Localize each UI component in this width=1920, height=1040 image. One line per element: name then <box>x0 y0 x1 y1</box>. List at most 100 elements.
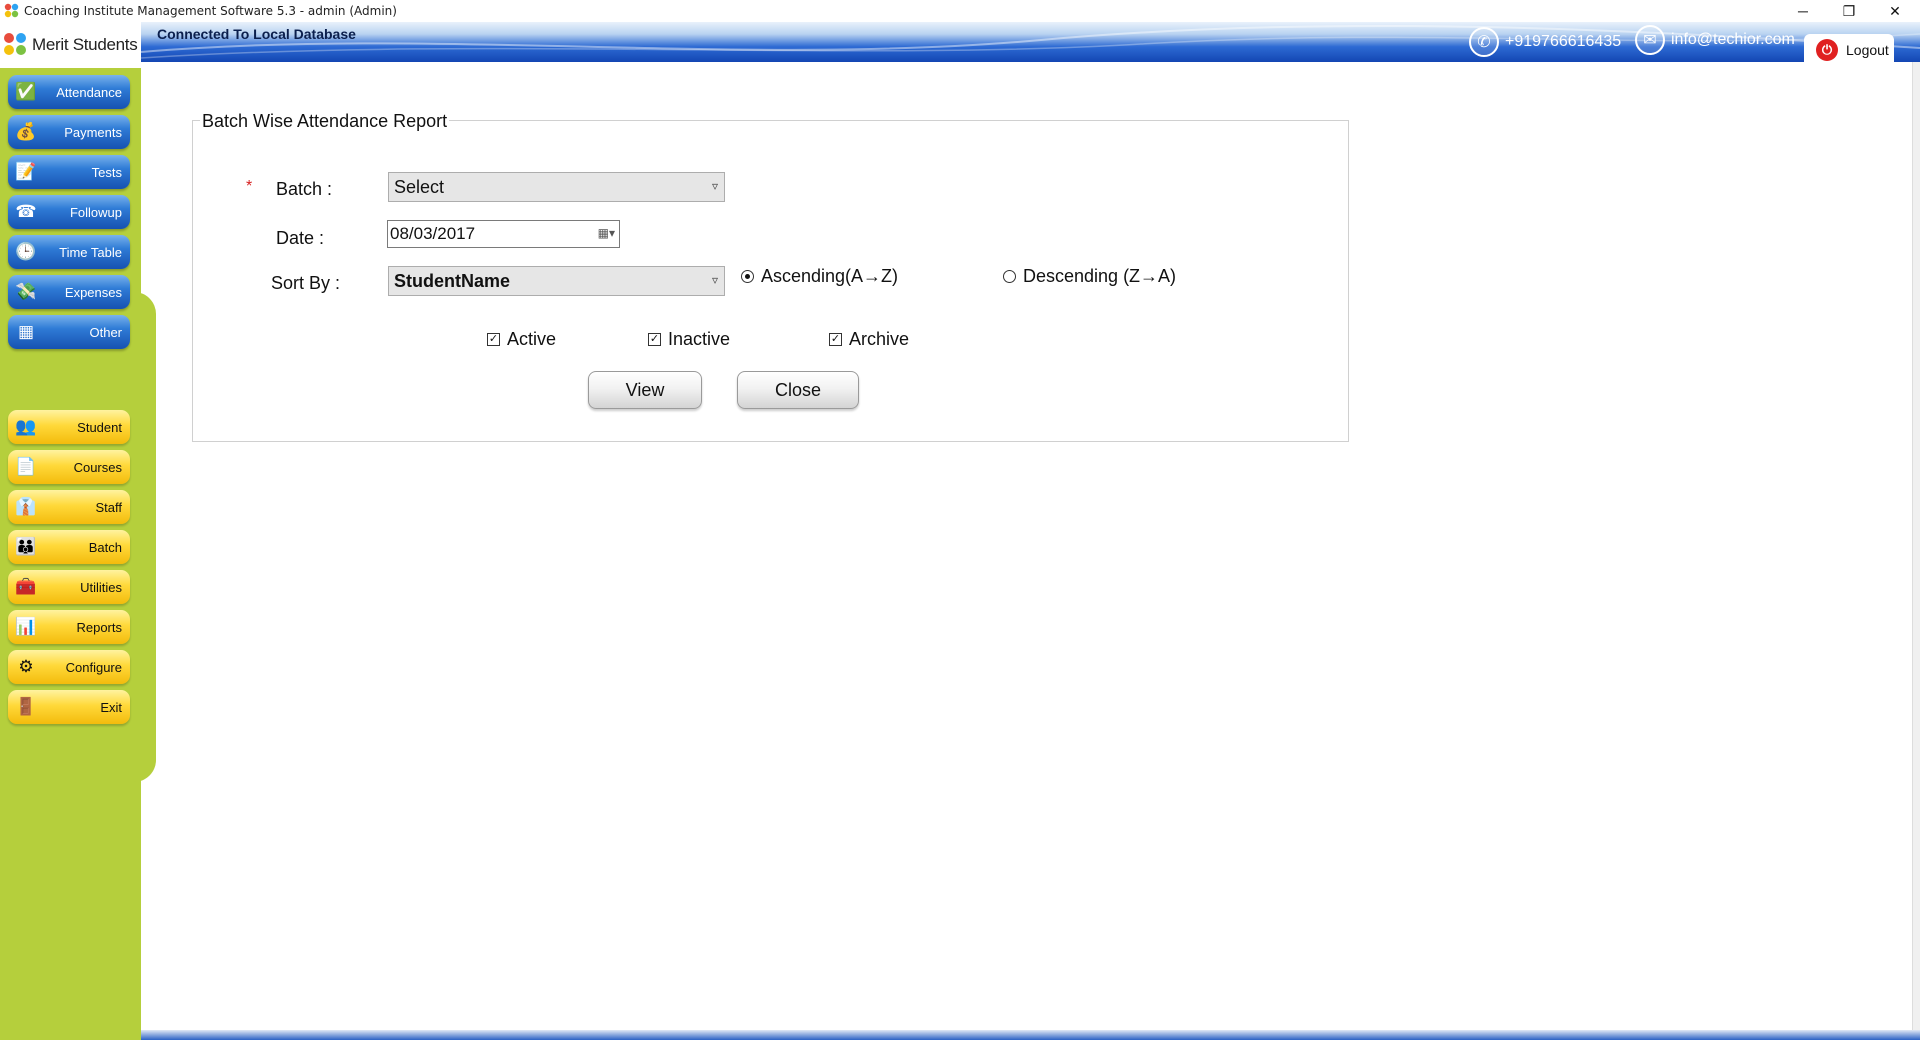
sidebar-item-label: Payments <box>64 124 122 140</box>
sidebar-item-payments[interactable]: 💰 Payments <box>8 115 130 149</box>
sidebar-item-label: Courses <box>73 459 122 475</box>
gear-icon: ⚙ <box>18 657 34 676</box>
archive-checkbox[interactable]: ✓ Archive <box>829 329 909 350</box>
batch-select-value: Select <box>394 176 445 197</box>
sidebar-item-label: Student <box>77 419 122 435</box>
brand-name: Merit Students <box>32 35 138 54</box>
sidebar-item-configure[interactable]: ⚙ Configure <box>8 650 130 684</box>
utilities-icon: 🧰 <box>15 577 37 596</box>
logout-label: Logout <box>1846 42 1889 58</box>
sidebar-item-reports[interactable]: 📊 Reports <box>8 610 130 644</box>
sidebar-item-staff[interactable]: 👔 Staff <box>8 490 130 524</box>
sidebar-item-courses[interactable]: 📄 Courses <box>8 450 130 484</box>
sidebar-item-label: Staff <box>95 499 122 515</box>
sidebar-item-exit[interactable]: 🚪 Exit <box>8 690 130 724</box>
sidebar-item-expenses[interactable]: 💸 Expenses <box>8 275 130 309</box>
footer-strip <box>141 1030 1920 1040</box>
sort-select[interactable]: StudentName ▿ <box>388 266 725 296</box>
sidebar-item-followup[interactable]: ☎ Followup <box>8 195 130 229</box>
radio-indicator <box>1003 270 1016 283</box>
view-button[interactable]: View <box>588 371 702 409</box>
brand: Merit Students <box>0 22 141 68</box>
sidebar-item-timetable[interactable]: 🕒 Time Table <box>8 235 130 269</box>
phone-number: +919766616435 <box>1505 33 1622 50</box>
brand-logo-icon <box>4 31 28 59</box>
window-title: Coaching Institute Management Software 5… <box>24 4 397 18</box>
power-icon: ⏻ <box>1816 39 1838 61</box>
date-label: Date : <box>276 228 325 248</box>
reports-icon: 📊 <box>15 617 37 636</box>
connection-status: Connected To Local Database <box>157 26 356 42</box>
batch-label: Batch : <box>276 179 333 199</box>
sidebar-item-label: Exit <box>100 699 122 715</box>
sort-label: Sort By : <box>271 273 341 293</box>
radio-indicator <box>741 270 754 283</box>
sidebar-item-label: Expenses <box>64 284 122 300</box>
sidebar-item-student[interactable]: 👥 Student <box>8 410 130 444</box>
email-address: info@techior.com <box>1671 31 1795 48</box>
sidebar-item-attendance[interactable]: ✅ Attendance <box>8 75 130 109</box>
archive-label: Archive <box>849 329 910 349</box>
checkmark-icon: ✓ <box>487 333 500 346</box>
tests-icon: 📝 <box>15 162 37 181</box>
vertical-scrollbar[interactable] <box>1912 62 1920 1030</box>
followup-icon: ☎ <box>15 202 37 221</box>
date-picker[interactable]: 08/03/2017 ▦▾ <box>387 220 620 248</box>
inactive-label: Inactive <box>668 329 731 349</box>
required-marker: * <box>246 178 253 195</box>
exit-icon: 🚪 <box>15 697 37 716</box>
sidebar-item-tests[interactable]: 📝 Tests <box>8 155 130 189</box>
phone-icon: ✆ <box>1469 27 1499 57</box>
app-logo-icon <box>4 3 19 18</box>
minimize-button[interactable]: ─ <box>1780 0 1826 22</box>
app-window: Coaching Institute Management Software 5… <box>0 0 1920 1040</box>
document-icon: 📄 <box>15 457 37 476</box>
staff-icon: 👔 <box>15 497 37 516</box>
close-window-button[interactable]: ✕ <box>1872 0 1918 22</box>
ascending-label: Ascending(A→Z) <box>761 266 899 286</box>
sidebar-item-label: Attendance <box>56 84 122 100</box>
inactive-checkbox[interactable]: ✓ Inactive <box>648 329 730 350</box>
sidebar-item-label: Other <box>89 324 122 340</box>
sidebar-item-utilities[interactable]: 🧰 Utilities <box>8 570 130 604</box>
clock-icon: 🕒 <box>15 242 37 261</box>
batch-select[interactable]: Select ▿ <box>388 172 725 202</box>
active-label: Active <box>507 329 557 349</box>
sidebar-item-label: Reports <box>76 619 122 635</box>
date-value: 08/03/2017 <box>390 224 476 243</box>
batch-icon: 👪 <box>15 537 37 556</box>
chevron-down-icon: ▿ <box>711 273 718 287</box>
sidebar-item-label: Tests <box>91 164 122 180</box>
sidebar-item-label: Batch <box>88 539 122 555</box>
active-checkbox[interactable]: ✓ Active <box>487 329 556 350</box>
sidebar-item-label: Time Table <box>59 244 122 260</box>
phone-contact: ✆ +919766616435 <box>1469 27 1621 57</box>
sort-select-value: StudentName <box>394 270 511 291</box>
ascending-radio[interactable]: Ascending(A→Z) <box>741 266 898 287</box>
sidebar: Merit Students ✅ Attendance 💰 Payments 📝… <box>0 22 156 1040</box>
sidebar-item-other[interactable]: ▦ Other <box>8 315 130 349</box>
attendance-icon: ✅ <box>15 82 37 101</box>
checkmark-icon: ✓ <box>829 333 842 346</box>
sidebar-item-label: Configure <box>65 659 122 675</box>
chevron-down-icon: ▿ <box>711 179 718 193</box>
descending-label: Descending (Z→A) <box>1023 266 1177 286</box>
report-title: Batch Wise Attendance Report <box>200 111 450 132</box>
sidebar-item-label: Followup <box>69 204 122 220</box>
payments-icon: 💰 <box>15 122 37 141</box>
students-icon: 👥 <box>15 417 37 436</box>
sidebar-item-batch[interactable]: 👪 Batch <box>8 530 130 564</box>
expenses-icon: 💸 <box>15 282 37 301</box>
restore-button[interactable]: ❐ <box>1826 0 1872 22</box>
logout-button[interactable]: ⏻ Logout <box>1804 34 1894 66</box>
mail-icon: ✉ <box>1635 25 1665 55</box>
close-button[interactable]: Close <box>737 371 859 409</box>
descending-radio[interactable]: Descending (Z→A) <box>1003 266 1176 287</box>
email-contact: ✉ info@techior.com <box>1635 25 1795 55</box>
calendar-dropdown-icon[interactable]: ▦▾ <box>598 226 615 240</box>
header-banner: Connected To Local Database ✆ +919766616… <box>141 22 1920 62</box>
sidebar-tab-shape <box>126 292 156 782</box>
title-bar: Coaching Institute Management Software 5… <box>0 0 1920 22</box>
grid-icon: ▦ <box>17 322 35 341</box>
sidebar-item-label: Utilities <box>80 579 122 595</box>
